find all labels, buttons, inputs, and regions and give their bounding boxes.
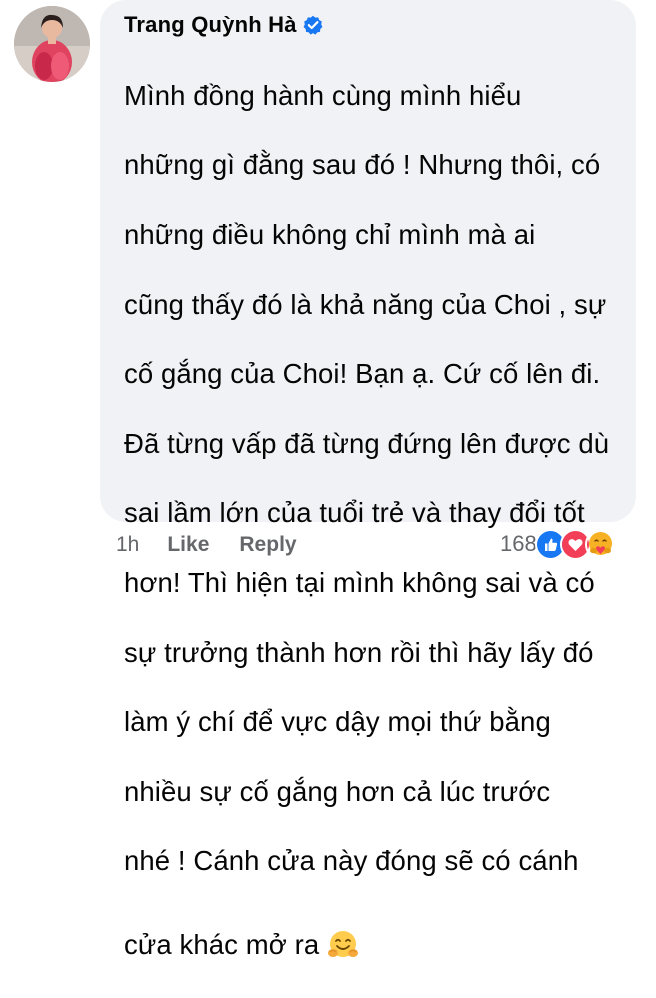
reactions-summary[interactable]: 168 [500, 528, 616, 560]
reply-button[interactable]: Reply [239, 533, 296, 557]
comment-line: sự trưởng thành hơn rồi thì hãy lấy đó [124, 636, 594, 668]
comment-line: những gì đằng sau đó ! Nhưng thôi, có [124, 149, 601, 181]
comment-line: cửa khác mở ra [124, 928, 320, 960]
comment-line: hơn! Thì hiện tại mình không sai và có [124, 566, 595, 598]
author-name[interactable]: Trang Quỳnh Hà [124, 12, 297, 38]
avatar[interactable] [14, 6, 90, 82]
comment-actions: 1h Like Reply [116, 530, 297, 560]
avatar-image [14, 6, 90, 82]
care-reaction-icon [584, 528, 616, 560]
comment-line: Mình đồng hành cùng mình hiểu [124, 79, 522, 111]
verified-badge-icon [303, 15, 323, 35]
comment-bubble: Trang Quỳnh Hà Mình đồng hành cùng mình … [100, 0, 636, 960]
hugging-face-emoji-icon [327, 929, 359, 961]
comment-line: cũng thấy đó là khả năng của Choi , sự [124, 288, 607, 320]
author-row: Trang Quỳnh Hà [124, 8, 323, 42]
comment-line: nhé ! Cánh cửa này đóng sẽ có cánh [124, 845, 579, 877]
comment-line: làm ý chí để vực dậy mọi thứ bằng [124, 706, 551, 738]
comment-line: nhiều sự cố gắng hơn cả lúc trước [124, 775, 551, 807]
comment-line: Đã từng vấp đã từng đứng lên được dù [124, 427, 610, 459]
comment-line: sai lầm lớn của tuổi trẻ và thay đổi tốt [124, 497, 585, 529]
comment-line-last: cửa khác mở ra [124, 928, 624, 963]
comment-timestamp[interactable]: 1h [116, 533, 139, 557]
comment-text: Mình đồng hành cùng mình hiểu những gì đ… [124, 44, 624, 998]
comment-line: những điều không chỉ mình mà ai [124, 218, 536, 250]
like-button[interactable]: Like [167, 533, 209, 557]
reaction-count: 168 [500, 531, 537, 556]
comment-line: cố gắng của Choi! Bạn ạ. Cứ cố lên đi. [124, 358, 601, 390]
